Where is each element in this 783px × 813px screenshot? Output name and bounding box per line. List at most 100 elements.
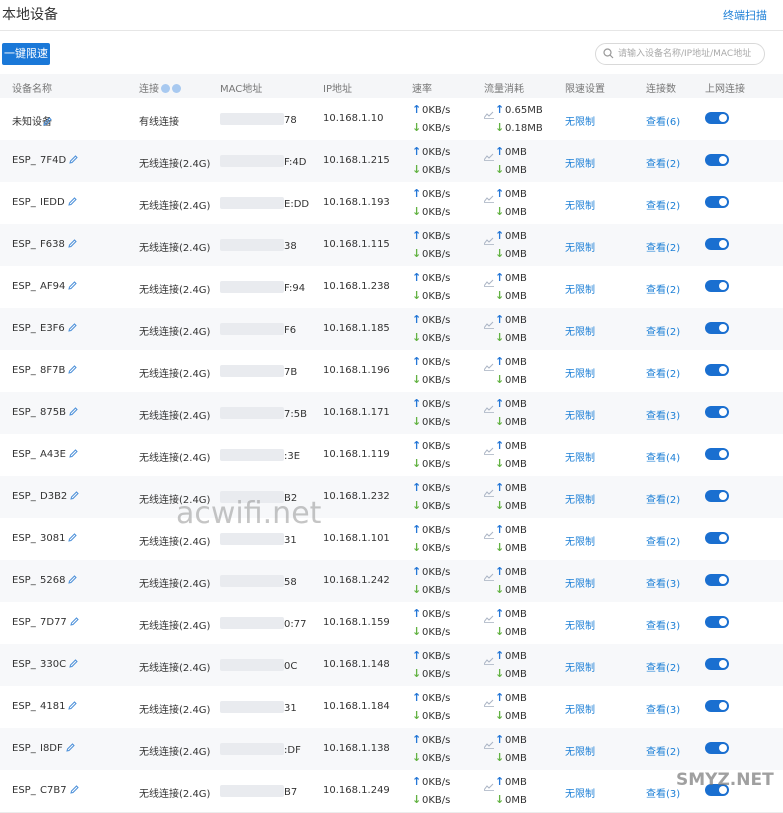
traffic-chart-icon[interactable] bbox=[483, 776, 494, 795]
speed-limit-link[interactable]: 无限制 bbox=[565, 617, 595, 632]
connections-link[interactable]: 查看(2) bbox=[646, 323, 680, 338]
online-toggle[interactable] bbox=[705, 448, 729, 460]
speed-limit-link[interactable]: 无限制 bbox=[565, 785, 595, 800]
connections-link[interactable]: 查看(2) bbox=[646, 743, 680, 758]
edit-icon[interactable] bbox=[68, 239, 77, 251]
online-toggle[interactable] bbox=[705, 112, 729, 124]
speed-limit-link[interactable]: 无限制 bbox=[565, 365, 595, 380]
edit-icon[interactable] bbox=[68, 701, 78, 713]
traffic-chart-icon[interactable] bbox=[483, 608, 494, 627]
traffic-chart-icon[interactable] bbox=[483, 230, 494, 249]
speed-limit-link[interactable]: 无限制 bbox=[565, 533, 595, 548]
filter-icon[interactable] bbox=[161, 84, 170, 93]
traffic-up-value: 0MB bbox=[505, 609, 527, 620]
connections-link[interactable]: 查看(2) bbox=[646, 155, 680, 170]
connections-link[interactable]: 查看(3) bbox=[646, 575, 680, 590]
online-toggle[interactable] bbox=[705, 700, 729, 712]
limit-all-button[interactable]: 一键限速 bbox=[2, 43, 50, 65]
filter-icon[interactable] bbox=[172, 84, 181, 93]
edit-icon[interactable] bbox=[69, 155, 78, 167]
connections-link[interactable]: 查看(2) bbox=[646, 239, 680, 254]
traffic-up: ↑0MB bbox=[495, 397, 527, 410]
edit-icon[interactable] bbox=[69, 659, 78, 671]
edit-icon[interactable] bbox=[68, 281, 78, 293]
edit-icon[interactable] bbox=[68, 323, 77, 335]
online-toggle[interactable] bbox=[705, 406, 729, 418]
traffic-chart-icon[interactable] bbox=[483, 440, 494, 459]
edit-icon[interactable] bbox=[69, 407, 78, 419]
traffic-up: ↑0MB bbox=[495, 481, 527, 494]
traffic-chart-icon[interactable] bbox=[483, 650, 494, 669]
edit-icon[interactable] bbox=[70, 491, 80, 503]
connections-link[interactable]: 查看(6) bbox=[646, 113, 680, 128]
speed-limit-link[interactable]: 无限制 bbox=[565, 197, 595, 212]
connections-link[interactable]: 查看(3) bbox=[646, 701, 680, 716]
connections-link[interactable]: 查看(2) bbox=[646, 533, 680, 548]
online-toggle[interactable] bbox=[705, 154, 729, 166]
speed-limit-link[interactable]: 无限制 bbox=[565, 743, 595, 758]
online-toggle[interactable] bbox=[705, 280, 729, 292]
traffic-chart-icon[interactable] bbox=[483, 356, 494, 375]
edit-icon[interactable] bbox=[70, 617, 79, 629]
speed-limit-link[interactable]: 无限制 bbox=[565, 155, 595, 170]
traffic-chart-icon[interactable] bbox=[483, 398, 494, 417]
connections-link[interactable]: 查看(2) bbox=[646, 281, 680, 296]
connections-link[interactable]: 查看(2) bbox=[646, 659, 680, 674]
edit-icon[interactable] bbox=[69, 449, 78, 461]
online-toggle[interactable] bbox=[705, 238, 729, 250]
search-input[interactable] bbox=[618, 45, 760, 63]
traffic-chart-icon[interactable] bbox=[483, 104, 494, 123]
mac-address: :3E bbox=[220, 449, 300, 462]
edit-icon[interactable] bbox=[68, 575, 78, 587]
traffic-chart-icon[interactable] bbox=[483, 314, 494, 333]
speed-limit-link[interactable]: 无限制 bbox=[565, 239, 595, 254]
connections-link[interactable]: 查看(3) bbox=[646, 407, 680, 422]
traffic-chart-icon[interactable] bbox=[483, 734, 494, 753]
edit-icon[interactable] bbox=[68, 365, 78, 377]
online-toggle[interactable] bbox=[705, 532, 729, 544]
edit-icon[interactable] bbox=[67, 197, 77, 209]
online-toggle[interactable] bbox=[705, 196, 729, 208]
connections-link[interactable]: 查看(4) bbox=[646, 449, 680, 464]
speed-limit-link[interactable]: 无限制 bbox=[565, 659, 595, 674]
edit-icon[interactable] bbox=[66, 743, 75, 755]
online-toggle[interactable] bbox=[705, 742, 729, 754]
edit-icon[interactable] bbox=[68, 533, 78, 545]
online-toggle[interactable] bbox=[705, 322, 729, 334]
online-toggle[interactable] bbox=[705, 364, 729, 376]
speed-limit-link[interactable]: 无限制 bbox=[565, 323, 595, 338]
traffic-chart-icon[interactable] bbox=[483, 188, 494, 207]
online-toggle[interactable] bbox=[705, 490, 729, 502]
traffic-chart-icon[interactable] bbox=[483, 692, 494, 711]
traffic-chart-icon[interactable] bbox=[483, 146, 494, 165]
online-toggle[interactable] bbox=[705, 574, 729, 586]
connections-link[interactable]: 查看(2) bbox=[646, 365, 680, 380]
speed-limit-link[interactable]: 无限制 bbox=[565, 449, 595, 464]
terminal-scan-link[interactable]: 终端扫描 bbox=[723, 7, 767, 23]
rate-up-value: 0KB/s bbox=[422, 777, 451, 788]
speed-limit-link[interactable]: 无限制 bbox=[565, 701, 595, 716]
col-connection[interactable]: 连接 bbox=[139, 80, 181, 95]
search-box[interactable] bbox=[595, 43, 765, 65]
edit-icon[interactable] bbox=[43, 117, 52, 129]
edit-icon[interactable] bbox=[69, 785, 79, 797]
table-row: ESP_ AF94 无线连接(2.4G) F:94 10.168.1.238 ↑0KB/s… bbox=[0, 266, 783, 309]
table-row: ESP_ 8F7B 无线连接(2.4G) 7B 10.168.1.196 ↑0KB/s ↓0… bbox=[0, 350, 783, 393]
traffic-chart-icon[interactable] bbox=[483, 566, 494, 585]
arrow-up-icon: ↑ bbox=[495, 397, 505, 410]
online-toggle[interactable] bbox=[705, 658, 729, 670]
traffic-chart-icon[interactable] bbox=[483, 482, 494, 501]
arrow-down-icon: ↓ bbox=[412, 415, 422, 428]
speed-limit-link[interactable]: 无限制 bbox=[565, 575, 595, 590]
online-toggle[interactable] bbox=[705, 616, 729, 628]
traffic-chart-icon[interactable] bbox=[483, 524, 494, 543]
connections-link[interactable]: 查看(2) bbox=[646, 197, 680, 212]
connections-link[interactable]: 查看(3) bbox=[646, 617, 680, 632]
speed-limit-link[interactable]: 无限制 bbox=[565, 407, 595, 422]
rate-up: ↑0KB/s bbox=[412, 397, 450, 410]
speed-limit-link[interactable]: 无限制 bbox=[565, 491, 595, 506]
speed-limit-link[interactable]: 无限制 bbox=[565, 113, 595, 128]
connections-link[interactable]: 查看(2) bbox=[646, 491, 680, 506]
traffic-chart-icon[interactable] bbox=[483, 272, 494, 291]
speed-limit-link[interactable]: 无限制 bbox=[565, 281, 595, 296]
